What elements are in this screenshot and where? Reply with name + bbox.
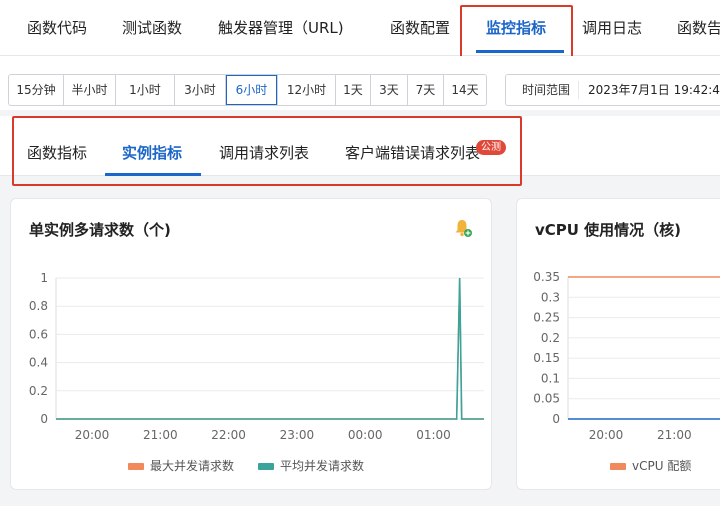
time-range-picker[interactable]: 时间范围 2023年7月1日 19:42:4 [505, 74, 720, 106]
legend-label-max: 最大并发请求数 [150, 459, 235, 473]
subtab-function-metrics[interactable]: 函数指标 [27, 128, 87, 178]
time-range-value: 2023年7月1日 19:42:4 [588, 83, 720, 97]
time-preset-14d[interactable]: 14天 [444, 75, 486, 105]
active-tab-indicator [476, 50, 564, 53]
legend-label-vcpu-quota: vCPU 配额 [632, 459, 692, 473]
tab-test-function[interactable]: 测试函数 [122, 0, 182, 56]
x-tick-label: 20:00 [75, 428, 110, 442]
active-subtab-indicator [105, 173, 201, 176]
y-tick-label: 0.2 [541, 331, 560, 345]
time-preset-3d[interactable]: 3天 [371, 75, 408, 105]
time-preset-12h[interactable]: 12小时 [278, 75, 336, 105]
legend-label-avg: 平均并发请求数 [280, 459, 365, 473]
time-preset-1d[interactable]: 1天 [336, 75, 371, 105]
chart-title-concurrent-requests: 单实例多请求数（个) [29, 221, 171, 239]
tab-invocation-logs[interactable]: 调用日志 [582, 0, 642, 56]
legend-item-avg-concurrent: 平均并发请求数 [258, 457, 364, 474]
legend-item-vcpu-quota: vCPU 配额 [610, 457, 691, 474]
beta-badge: 公测 [476, 140, 506, 155]
time-preset-1h[interactable]: 1小时 [116, 75, 175, 105]
subtab-invocation-request-list[interactable]: 调用请求列表 [219, 128, 309, 178]
chart-vcpu-usage: 0.35 0.3 0.25 0.2 0.15 0.1 0.05 0 20:00 21:00 [533, 270, 720, 442]
alarm-bell-icon[interactable] [453, 218, 473, 238]
tab-function-alerts[interactable]: 函数告 [677, 0, 720, 56]
y-tick-label: 0.6 [29, 327, 48, 341]
chart-concurrent-requests: 1 0.8 0.6 0.4 0.2 0 20:00 21:00 22:00 23:00 00:00 0… [29, 271, 484, 442]
x-tick-label: 21:00 [143, 428, 178, 442]
y-tick-label: 0 [552, 412, 560, 426]
legend-item-max-concurrent: 最大并发请求数 [128, 457, 234, 474]
x-tick-label: 23:00 [280, 428, 315, 442]
y-tick-label: 0 [40, 412, 48, 426]
tab-monitoring-metrics[interactable]: 监控指标 [486, 0, 546, 56]
subtab-instance-metrics[interactable]: 实例指标 [122, 128, 182, 178]
y-tick-label: 0.1 [541, 371, 560, 385]
legend-swatch-vcpu-quota [610, 463, 626, 470]
time-preset-3h[interactable]: 3小时 [175, 75, 226, 105]
x-tick-label: 22:00 [211, 428, 246, 442]
y-tick-label: 0.25 [533, 311, 560, 325]
legend-swatch-avg [258, 463, 274, 470]
y-tick-label: 0.4 [29, 356, 48, 370]
tab-function-code[interactable]: 函数代码 [27, 0, 87, 56]
time-preset-15min[interactable]: 15分钟 [9, 75, 64, 105]
y-tick-label: 0.8 [29, 299, 48, 313]
legend-swatch-max [128, 463, 144, 470]
x-tick-label: 00:00 [348, 428, 383, 442]
time-range-divider [578, 81, 579, 99]
time-preset-half-hour[interactable]: 半小时 [64, 75, 116, 105]
time-range-label: 时间范围 [522, 83, 571, 97]
tab-trigger-management[interactable]: 触发器管理（URL) [218, 0, 344, 56]
y-tick-label: 0.35 [533, 270, 560, 284]
y-tick-label: 0.05 [533, 392, 560, 406]
y-tick-label: 0.15 [533, 351, 560, 365]
y-tick-label: 0.3 [541, 290, 560, 304]
x-tick-label: 01:00 [416, 428, 451, 442]
tab-function-config[interactable]: 函数配置 [390, 0, 450, 56]
time-preset-group: 15分钟 半小时 1小时 3小时 6小时 12小时 1天 3天 7天 14天 [8, 74, 487, 106]
time-preset-6h[interactable]: 6小时 [226, 75, 278, 105]
y-tick-label: 0.2 [29, 384, 48, 398]
chart-title-vcpu-usage: vCPU 使用情况（核) [535, 221, 682, 239]
time-preset-7d[interactable]: 7天 [408, 75, 444, 105]
x-tick-label: 20:00 [589, 428, 624, 442]
series-line-max-concurrent [56, 277, 484, 420]
subtab-client-error-request-list[interactable]: 客户端错误请求列表 [345, 128, 480, 178]
x-tick-label: 21:00 [657, 428, 692, 442]
y-tick-label: 1 [40, 271, 48, 285]
series-line-avg-concurrent [56, 277, 484, 420]
